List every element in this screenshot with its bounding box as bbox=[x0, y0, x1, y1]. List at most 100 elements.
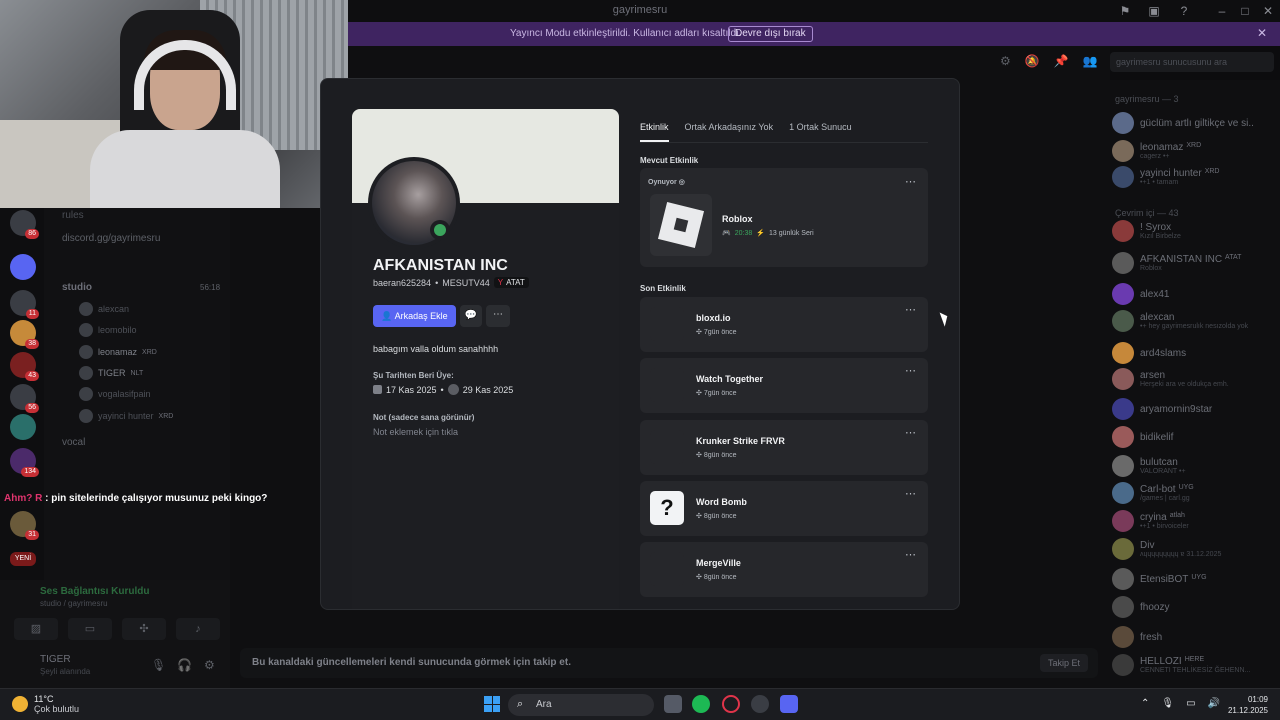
settings-gear-icon[interactable]: ⚙ bbox=[204, 658, 215, 672]
more-options-icon[interactable]: ⋯ bbox=[905, 487, 917, 500]
soundboard-icon[interactable]: ♪ bbox=[176, 618, 220, 640]
add-friend-button[interactable]: 👤 Arkadaş Ekle bbox=[373, 305, 456, 327]
channel-invite[interactable]: discord.gg/gayrimesru bbox=[62, 233, 160, 244]
follow-button[interactable]: Takip Et bbox=[1039, 654, 1088, 672]
voice-user[interactable]: leonamaz XRD bbox=[79, 345, 157, 359]
member-item[interactable]: fresh bbox=[1112, 626, 1280, 648]
more-options-icon[interactable]: ⋯ bbox=[905, 426, 917, 439]
microphone-icon[interactable]: 🎙 bbox=[1161, 698, 1174, 709]
member-item[interactable]: bidikelif bbox=[1112, 426, 1280, 448]
channel-rules[interactable]: rules bbox=[62, 210, 84, 221]
chevron-up-icon[interactable]: ⌃ bbox=[1141, 698, 1149, 709]
camera-off-icon[interactable]: ▨ bbox=[14, 618, 58, 640]
server-icon[interactable] bbox=[10, 254, 36, 280]
member-item[interactable]: aryamornin9star bbox=[1112, 398, 1280, 420]
microphone-icon[interactable]: 🎙 bbox=[151, 658, 166, 672]
task-view-icon[interactable] bbox=[664, 695, 682, 713]
recent-activity-card[interactable]: MergeVille ✣ 8gün önce ⋯ bbox=[640, 542, 928, 597]
more-options-icon[interactable]: ⋯ bbox=[905, 364, 917, 377]
voice-channel-vocal[interactable]: vocal bbox=[62, 437, 85, 448]
more-options-icon[interactable]: ⋯ bbox=[905, 303, 917, 316]
search-input[interactable]: gayrimesru sunucusunu ara bbox=[1110, 52, 1274, 72]
server-icon[interactable]: 11 bbox=[10, 290, 39, 319]
inbox-icon[interactable]: ⚑ bbox=[1117, 3, 1133, 19]
help-icon[interactable]: ? bbox=[1176, 3, 1192, 19]
member-item[interactable]: alex41 bbox=[1112, 283, 1280, 305]
activities-icon[interactable]: ✣ bbox=[122, 618, 166, 640]
members-icon[interactable]: 👥 bbox=[1083, 54, 1098, 68]
network-icon[interactable]: ▭ bbox=[1186, 698, 1195, 709]
tab-mutual-servers[interactable]: 1 Ortak Sunucu bbox=[789, 122, 852, 142]
spotify-icon[interactable] bbox=[692, 695, 710, 713]
member-item[interactable]: HELLOZI HERE CENNETI TEHLİKESİZ ĞEHENN... bbox=[1112, 654, 1280, 676]
server-icon[interactable]: 31 bbox=[10, 511, 39, 540]
member-item[interactable]: yayinci hunter XRD •+1 • tamam bbox=[1112, 166, 1280, 188]
voice-user[interactable]: yayinci hunter XRD bbox=[79, 409, 173, 423]
member-item[interactable]: cryina atlah •+1 • birvoiceler bbox=[1112, 510, 1280, 532]
volume-icon[interactable]: 🔊 bbox=[1208, 698, 1220, 709]
more-options-button[interactable]: ⋯ bbox=[486, 305, 510, 327]
server-icon[interactable]: 134 bbox=[10, 448, 39, 477]
chat-user: Ahm? R bbox=[4, 493, 43, 504]
member-item[interactable]: fhoozy bbox=[1112, 596, 1280, 618]
opera-icon[interactable] bbox=[722, 695, 740, 713]
voice-user[interactable]: leomobilo bbox=[79, 323, 137, 337]
member-item[interactable]: EtensiBOT UYG bbox=[1112, 568, 1280, 590]
weather-widget[interactable]: 11°C Çok bulutlu bbox=[12, 694, 79, 714]
windows-start-icon[interactable] bbox=[484, 696, 500, 712]
recent-activity-card[interactable]: Krunker Strike FRVR ✣ 8gün önce ⋯ bbox=[640, 420, 928, 475]
message-button[interactable]: 💬 bbox=[460, 305, 482, 327]
voice-user[interactable]: TIGER NLT bbox=[79, 366, 143, 380]
minimize-icon[interactable]: – bbox=[1214, 3, 1230, 19]
voice-user[interactable]: vogalasifpain bbox=[79, 387, 151, 401]
close-banner-icon[interactable]: ✕ bbox=[1257, 26, 1267, 40]
recent-activity-card[interactable]: bloxd.io ✣ 7gün önce ⋯ bbox=[640, 297, 928, 352]
server-icon[interactable]: 38 bbox=[10, 320, 39, 349]
server-icon[interactable]: 86 bbox=[10, 210, 39, 239]
discord-icon[interactable] bbox=[780, 695, 798, 713]
server-icon[interactable]: 43 bbox=[10, 352, 39, 381]
member-item[interactable]: bulutcan VALORANT •+ bbox=[1112, 455, 1280, 477]
webcam-overlay bbox=[0, 0, 348, 208]
voice-channel-studio[interactable]: studio bbox=[62, 282, 92, 293]
member-item[interactable]: ard4slams bbox=[1112, 342, 1280, 364]
disable-streamer-mode-button[interactable]: Devre dışı bırak bbox=[728, 26, 813, 42]
game-name: Watch Together bbox=[696, 374, 763, 384]
member-item[interactable]: alexcan •+ hey gayrimesrulık nesızolda yo… bbox=[1112, 310, 1280, 332]
close-window-icon[interactable]: ✕ bbox=[1260, 3, 1276, 19]
member-text: ! Syrox Kızıl Birbelze bbox=[1140, 222, 1181, 240]
more-options-icon[interactable]: ⋯ bbox=[905, 175, 917, 188]
voice-user[interactable]: alexcan bbox=[79, 302, 129, 316]
more-options-icon[interactable]: ⋯ bbox=[905, 548, 917, 561]
taskbar-search[interactable]: ⌕ Ara bbox=[508, 694, 654, 716]
tab-activity[interactable]: Etkinlik bbox=[640, 122, 669, 142]
member-item[interactable]: ! Syrox Kızıl Birbelze bbox=[1112, 220, 1280, 242]
note-input[interactable]: Not eklemek için tıkla bbox=[373, 427, 458, 437]
member-line: HELLOZI HERE bbox=[1140, 656, 1250, 667]
member-status: •+ hey gayrimesrulık nesızolda yok bbox=[1140, 323, 1249, 330]
threads-icon[interactable]: ⚙ bbox=[1000, 54, 1011, 68]
profile-card: AFKANISTAN INC baeran625284 • MESUTV44 Y… bbox=[352, 109, 619, 609]
clock[interactable]: 01:09 21.12.2025 bbox=[1228, 694, 1268, 716]
current-activity-card[interactable]: Oynuyor ◎ ⋯ Roblox 🎮 20:38 ⚡ 13 günlük S… bbox=[640, 168, 928, 267]
steam-icon[interactable] bbox=[751, 695, 769, 713]
member-item[interactable]: AFKANISTAN INC ATAT Roblox bbox=[1112, 252, 1280, 274]
guild-tag[interactable]: Y ATAT bbox=[493, 277, 529, 288]
server-icon[interactable] bbox=[10, 414, 36, 440]
headphones-icon[interactable]: 🎧 bbox=[177, 658, 192, 672]
screen-icon[interactable]: ▣ bbox=[1146, 3, 1162, 19]
member-item[interactable]: güclüm artlı giltikçe ve si.. bbox=[1112, 112, 1280, 134]
maximize-icon[interactable]: □ bbox=[1237, 3, 1253, 19]
recent-activity-card[interactable]: Watch Together ✣ 7gün önce ⋯ bbox=[640, 358, 928, 413]
recent-activity-card[interactable]: ? Word Bomb ✣ 8gün önce ⋯ bbox=[640, 481, 928, 536]
member-item[interactable]: arsen Herşeki ara ve oldukça emh. bbox=[1112, 368, 1280, 390]
screen-share-icon[interactable]: ▭ bbox=[68, 618, 112, 640]
member-item[interactable]: Carl-bot UYG/games | carl.gg bbox=[1112, 482, 1280, 504]
pin-icon[interactable]: 📌 bbox=[1054, 54, 1069, 68]
member-item[interactable]: Div ʌɥɥɥɥɥɥɥɥɥ ɐ 31.12.2025 bbox=[1112, 538, 1280, 560]
tab-mutual-friends[interactable]: Ortak Arkadaşınız Yok bbox=[685, 122, 774, 142]
member-item[interactable]: leonamaz XRD cagerz •+ bbox=[1112, 140, 1280, 162]
notification-icon[interactable]: 🔕 bbox=[1025, 54, 1040, 68]
avatar bbox=[79, 366, 93, 380]
server-icon[interactable]: 56 bbox=[10, 384, 39, 413]
